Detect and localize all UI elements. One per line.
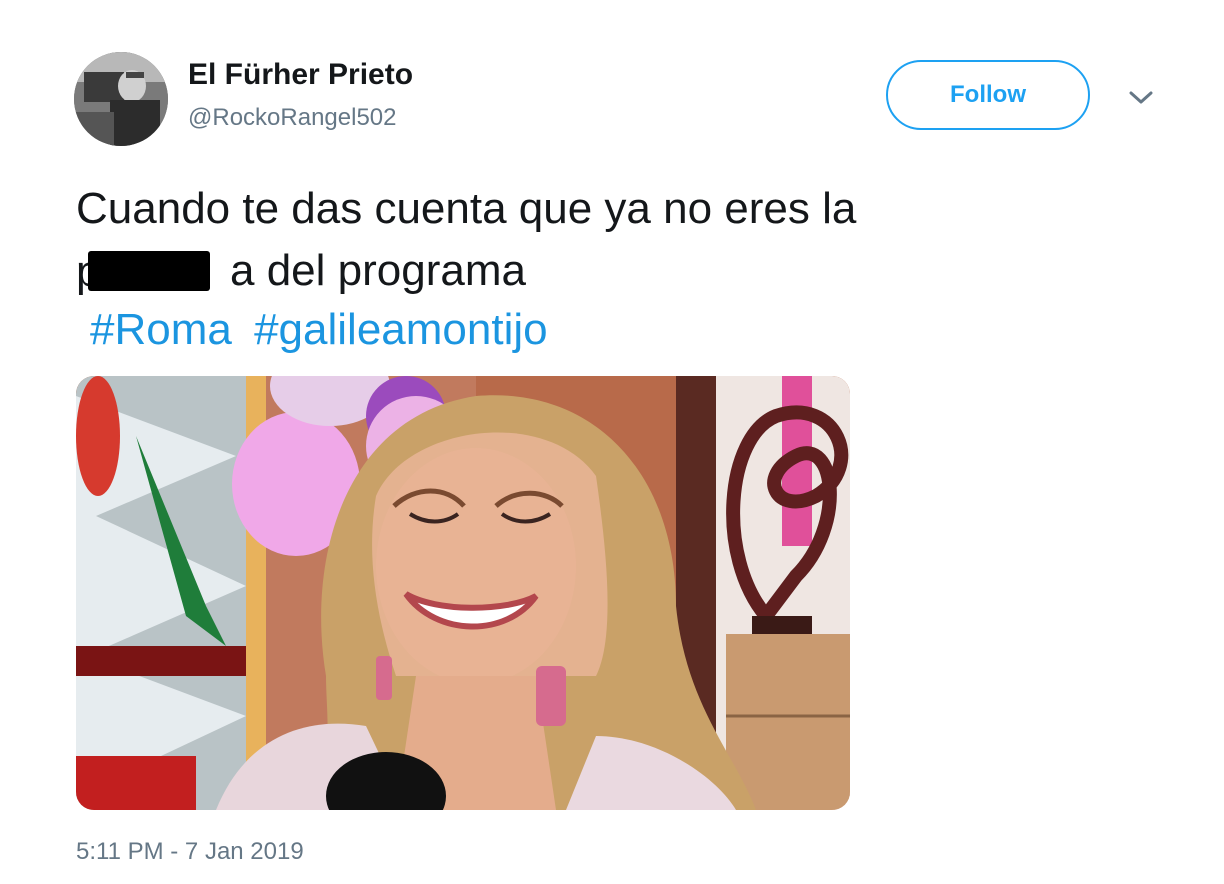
tweet-text-line-2: pa del programa — [76, 240, 1036, 302]
chevron-down-icon[interactable] — [1126, 86, 1156, 110]
follow-button[interactable]: Follow — [886, 60, 1090, 130]
tweet-text: Cuando te das cuenta que ya no eres la p… — [76, 178, 1036, 302]
tweet-card: El Fürher Prieto @RockoRangel502 Follow … — [0, 0, 1224, 884]
timestamp[interactable]: 5:11 PM - 7 Jan 2019 — [76, 838, 304, 866]
author-handle[interactable]: @RockoRangel502 — [188, 104, 397, 132]
redacted-word: p — [76, 247, 230, 296]
hashtag-link[interactable]: #Roma — [90, 305, 232, 354]
hashtags: #Roma #galileamontijo — [90, 300, 558, 360]
hashtag-link[interactable]: #galileamontijo — [254, 305, 548, 354]
tweet-photo[interactable] — [76, 376, 850, 810]
author-display-name[interactable]: El Fürher Prieto — [188, 58, 413, 92]
avatar[interactable] — [74, 52, 168, 146]
tweet-text-line-2-rest: a del programa — [230, 246, 526, 295]
tweet-text-line-1: Cuando te das cuenta que ya no eres la — [76, 184, 857, 233]
redaction-bar — [88, 251, 210, 291]
